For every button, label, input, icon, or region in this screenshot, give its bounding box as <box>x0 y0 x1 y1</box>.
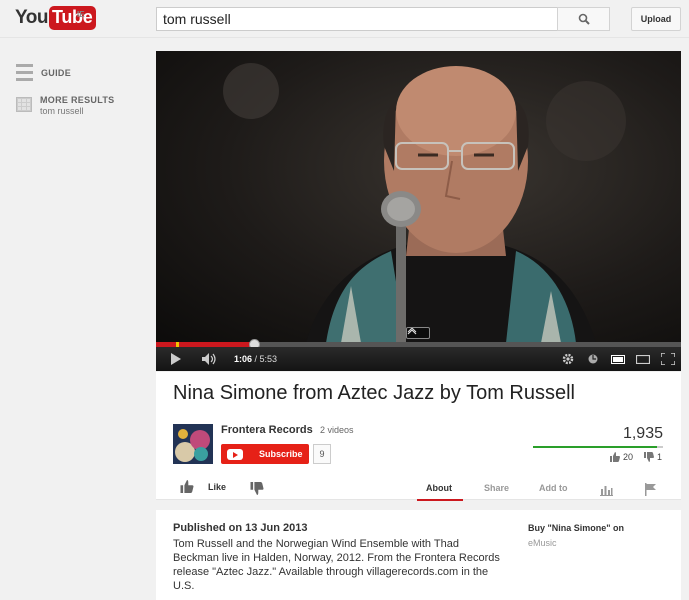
search-input[interactable]: tom russell <box>156 7 558 31</box>
logo-tube: Tube <box>48 6 97 30</box>
subscribe-label: Subscribe <box>259 449 303 459</box>
play-button[interactable] <box>156 347 196 371</box>
thumbs-up-icon <box>180 480 194 493</box>
thumbs-down-icon <box>250 482 264 495</box>
video-player[interactable]: 1:06 / 5:53 <box>156 51 681 371</box>
tab-share[interactable]: Share <box>484 483 509 493</box>
youtube-play-icon <box>227 448 243 460</box>
large-player-button[interactable] <box>631 347 655 371</box>
logo-region: IE <box>77 10 85 19</box>
stats-button[interactable] <box>600 485 613 498</box>
likes-count-group: 20 <box>610 452 633 462</box>
video-still <box>223 63 626 343</box>
guide-icon <box>16 64 33 81</box>
channel-avatar-image <box>173 424 213 464</box>
like-button[interactable]: Like <box>180 480 226 493</box>
thumbs-down-icon <box>644 452 654 462</box>
chevron-up-icon <box>407 328 417 335</box>
settings-button[interactable] <box>555 347 581 371</box>
search-icon <box>578 13 590 25</box>
video-frame[interactable] <box>156 51 681 343</box>
buy-link-label: Buy "Nina Simone" on <box>528 523 625 533</box>
upload-button[interactable]: Upload <box>631 7 681 31</box>
collapse-toggle-button[interactable] <box>406 327 430 339</box>
time-display: 1:06 / 5:53 <box>234 354 278 364</box>
volume-icon <box>202 353 216 365</box>
logo-you: You <box>15 7 48 28</box>
published-date: Published on 13 Jun 2013 <box>173 522 308 534</box>
dislikes-count: 1 <box>657 452 663 462</box>
description-panel: Published on 13 Jun 2013 Tom Russell and… <box>156 510 681 600</box>
guide-button[interactable]: GUIDE <box>16 64 71 81</box>
stats-icon <box>600 486 613 496</box>
likes-count: 20 <box>623 452 634 462</box>
small-player-button[interactable] <box>605 347 631 371</box>
action-bar: Like About Share Add to <box>156 475 681 501</box>
channel-avatar[interactable] <box>173 424 213 464</box>
view-count: 1,935 <box>622 425 663 442</box>
play-icon <box>171 353 181 365</box>
dislike-button[interactable] <box>250 482 264 500</box>
masthead: You Tube IE tom russell Upload <box>0 0 689 38</box>
channel-videos-count[interactable]: 2 videos <box>320 425 354 435</box>
channel-name-link[interactable]: Frontera Records <box>221 424 313 436</box>
like-label: Like <box>208 481 227 492</box>
video-title: Nina Simone from Aztec Jazz by Tom Russe… <box>173 382 576 404</box>
guide-label: GUIDE <box>41 67 72 78</box>
like-ratio-fill <box>533 446 657 448</box>
duration: 5:53 <box>259 354 278 364</box>
search-button[interactable] <box>557 7 610 31</box>
buy-source-link[interactable]: eMusic <box>528 538 557 548</box>
dislikes-count-group: 1 <box>644 452 662 462</box>
active-tab-indicator <box>417 499 463 501</box>
watch-info-panel: Nina Simone from Aztec Jazz by Tom Russe… <box>156 372 681 501</box>
current-time: 1:06 <box>234 354 253 364</box>
report-button[interactable] <box>645 483 656 498</box>
annotations-button[interactable] <box>581 347 605 371</box>
large-player-icon <box>636 354 650 364</box>
tab-about[interactable]: About <box>426 483 452 493</box>
subscribe-button[interactable]: Subscribe <box>221 444 309 464</box>
more-results-query: tom russell <box>40 106 84 116</box>
player-controls: 1:06 / 5:53 <box>156 347 681 371</box>
small-player-icon <box>611 354 625 364</box>
more-results-title: MORE RESULTS <box>40 95 115 105</box>
volume-button[interactable] <box>196 347 224 371</box>
more-results-icon <box>16 97 32 112</box>
settings-icon <box>562 353 574 365</box>
tab-add-to[interactable]: Add to <box>539 483 568 493</box>
thumbs-up-icon <box>610 452 620 462</box>
subscriber-count: 9 <box>313 444 331 464</box>
more-results-item[interactable]: MORE RESULTS tom russell <box>16 95 114 116</box>
fullscreen-button[interactable] <box>655 347 681 371</box>
fullscreen-icon <box>661 353 675 365</box>
like-ratio-bar <box>533 446 663 448</box>
description-text: Tom Russell and the Norwegian Wind Ensem… <box>173 538 500 592</box>
flag-icon <box>645 483 656 496</box>
annotations-icon <box>588 354 598 364</box>
